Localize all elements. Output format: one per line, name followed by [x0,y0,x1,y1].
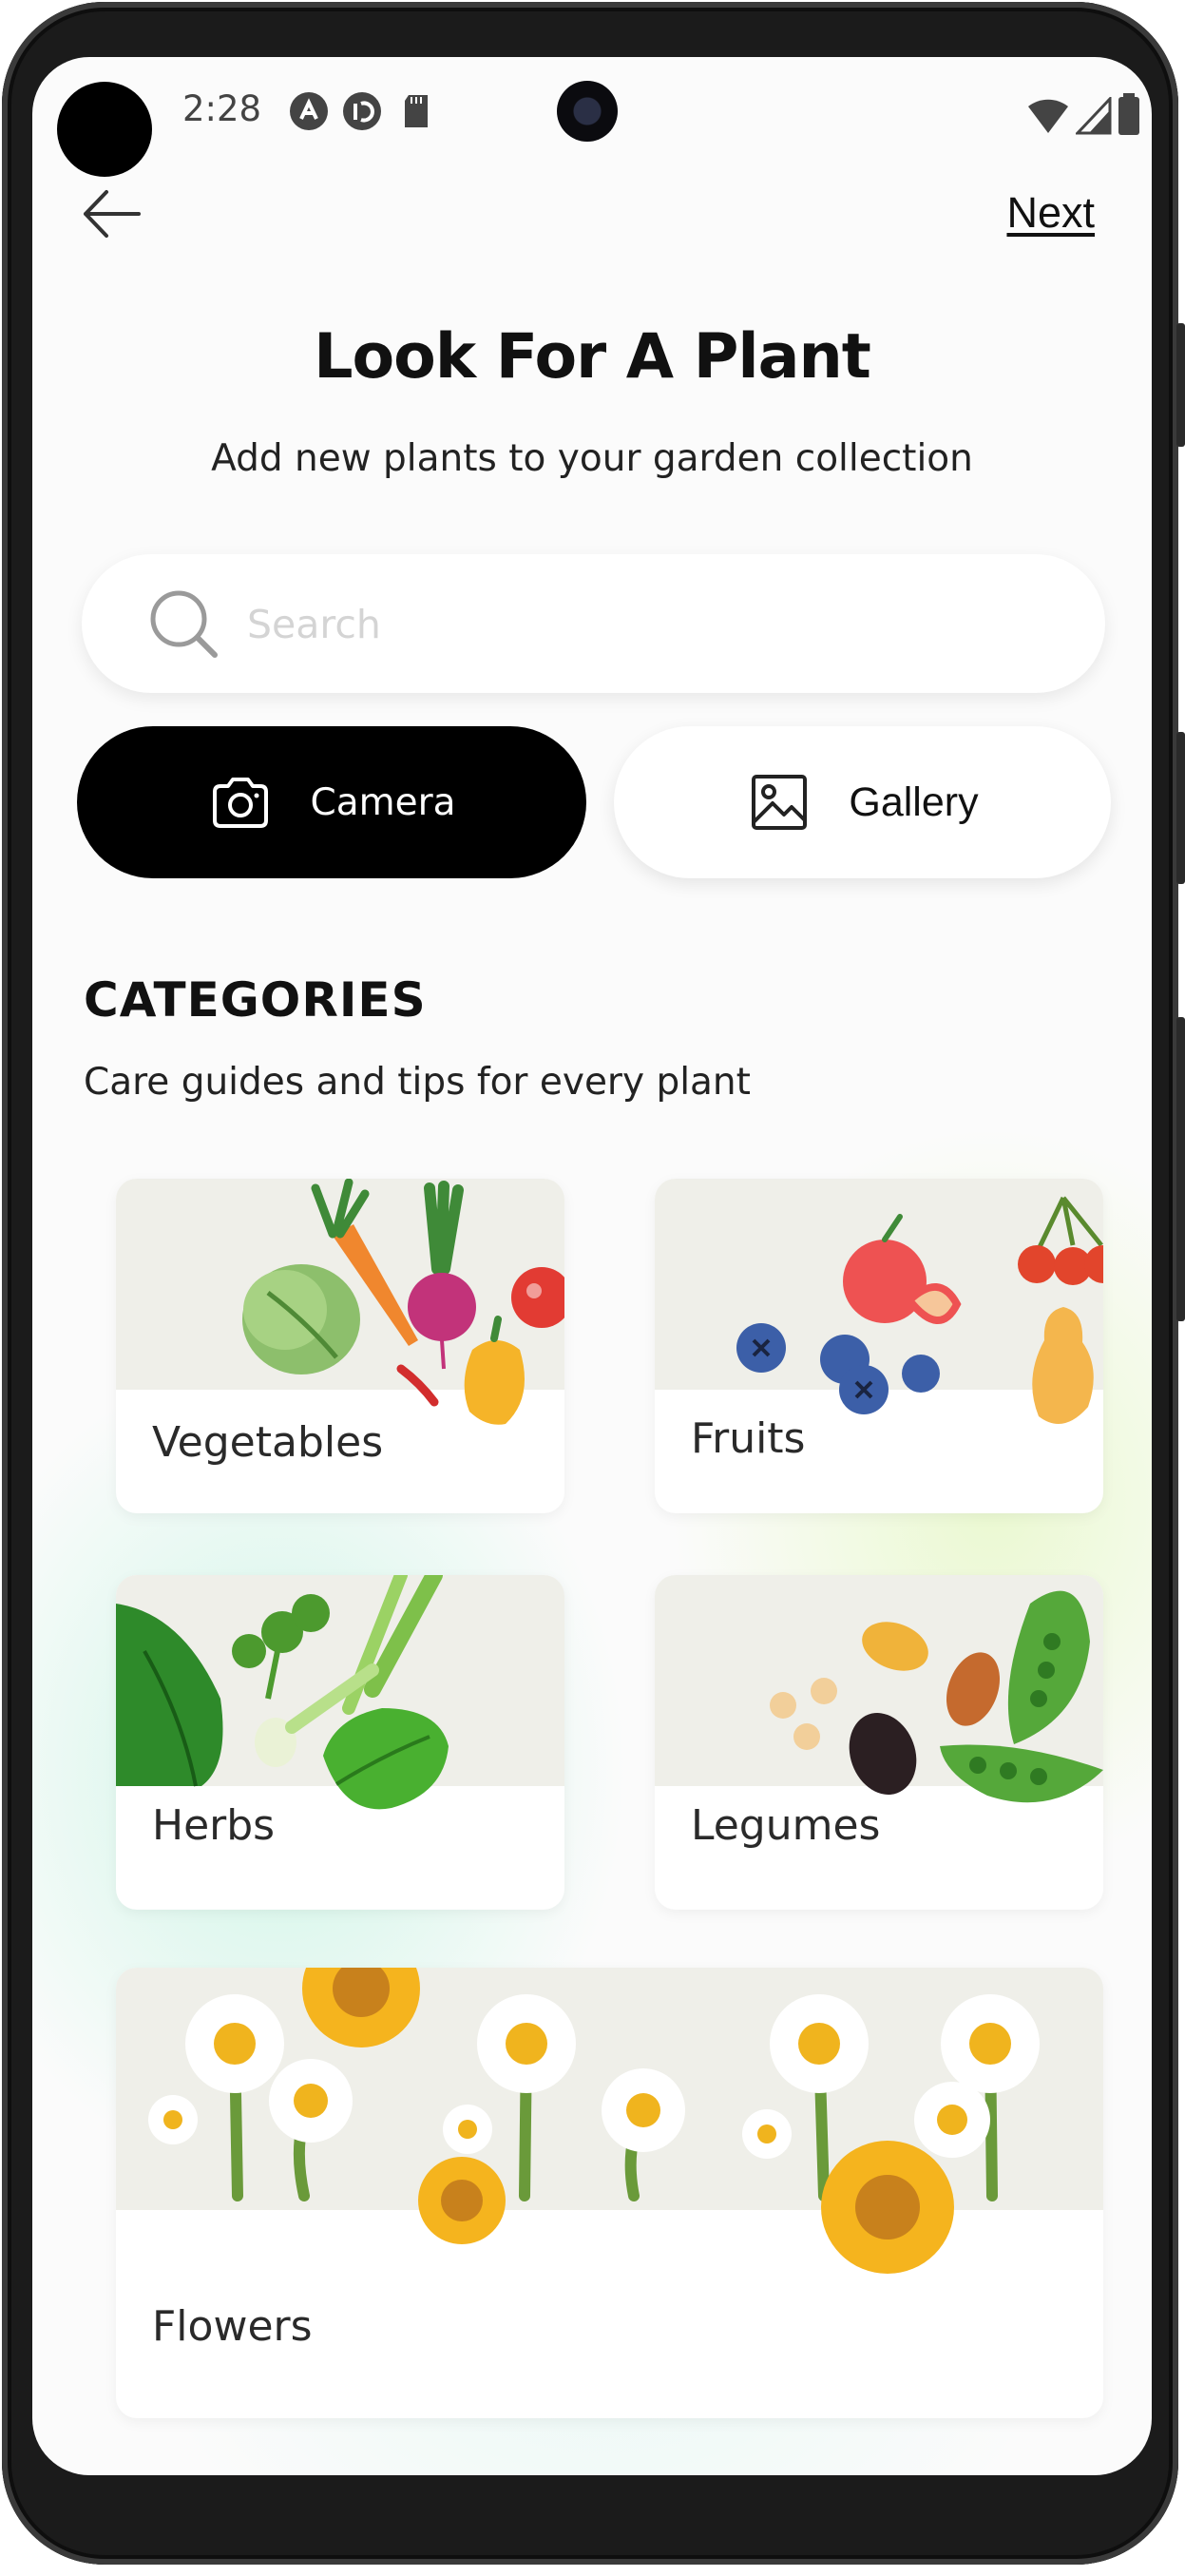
category-card-legumes[interactable]: Legumes [655,1575,1103,1910]
category-label: Flowers [152,2302,313,2351]
app-screen: 2:28 Next Look For A Plant Add new plant… [32,57,1152,2475]
gallery-button-label: Gallery [849,779,979,825]
camera-icon [213,778,269,828]
page-subtitle: Add new plants to your garden collection [211,437,973,480]
legumes-illustration [770,1590,1103,1803]
side-button [1176,1017,1185,1321]
power-button [1176,732,1185,884]
category-label: Legumes [691,1801,881,1850]
device-frame: 2:28 Next Look For A Plant Add new plant… [0,0,1185,2576]
arrow-left-icon[interactable] [78,181,144,247]
gallery-button[interactable]: Gallery [614,726,1111,878]
daisies [148,1994,1040,2159]
categories-subtitle: Care guides and tips for every plant [84,1061,751,1104]
categories-heading: CATEGORIES [84,972,427,1028]
sd-card-icon [405,95,428,127]
status-time: 2:28 [182,88,262,129]
herbs-illustration [116,1575,449,1810]
category-card-fruits[interactable]: Fruits [655,1179,1103,1513]
battery-icon [1118,93,1139,135]
volume-button [1176,323,1185,447]
category-label: Fruits [691,1414,806,1463]
search-icon [150,590,218,658]
search-input[interactable] [245,583,1066,666]
wifi-icon [1028,99,1068,133]
front-camera-cutout [557,81,618,142]
page-title: Look For A Plant [314,321,871,393]
category-label: Vegetables [152,1418,384,1467]
image-icon [752,775,808,830]
camera-button[interactable]: Camera [77,726,586,878]
search-bar[interactable] [82,554,1105,693]
next-link[interactable]: Next [1006,188,1095,238]
category-card-flowers[interactable]: Flowers [116,1968,1103,2418]
profile-bubble[interactable] [57,82,152,177]
category-card-herbs[interactable]: Herbs [116,1575,564,1910]
status-right-icons [1026,93,1140,135]
fruits-illustration [736,1196,1103,1424]
notification-sync-icon [343,92,381,130]
camera-button-label: Camera [310,780,456,824]
category-card-vegetables[interactable]: Vegetables [116,1179,564,1513]
category-label: Herbs [152,1801,276,1850]
notification-a-icon [290,92,328,130]
signal-icon [1076,97,1112,135]
